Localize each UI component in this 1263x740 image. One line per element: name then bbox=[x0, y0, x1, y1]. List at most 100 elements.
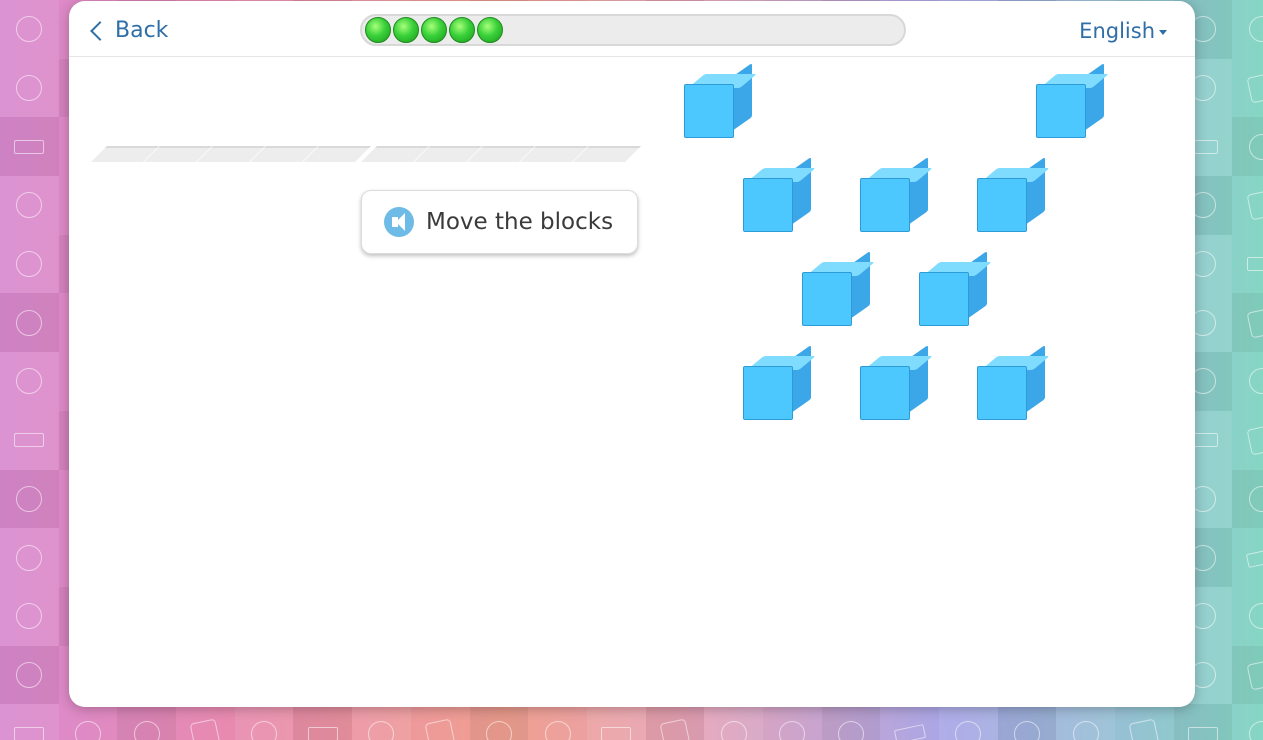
draggable-block[interactable] bbox=[743, 156, 816, 232]
background-doodle-icon bbox=[133, 720, 160, 740]
background-doodle-icon bbox=[1248, 16, 1263, 43]
background-doodle-icon bbox=[1245, 547, 1263, 568]
progress-bar bbox=[360, 14, 906, 46]
game-panel: Back English Move the blocks bbox=[69, 1, 1195, 707]
background-tile bbox=[0, 352, 59, 411]
background-tile bbox=[0, 469, 59, 529]
background-tile bbox=[704, 704, 763, 740]
background-doodle-icon bbox=[1248, 603, 1263, 630]
background-tile bbox=[1232, 704, 1263, 740]
speaker-icon[interactable] bbox=[384, 207, 414, 237]
language-dropdown[interactable]: English bbox=[1079, 19, 1167, 43]
background-tile bbox=[0, 410, 59, 470]
background-doodle-icon bbox=[1248, 720, 1263, 740]
background-doodle-icon bbox=[601, 726, 632, 740]
background-doodle-icon bbox=[720, 720, 747, 740]
background-tile bbox=[1232, 235, 1263, 294]
background-tile bbox=[1232, 352, 1263, 411]
caret-down-icon bbox=[1159, 29, 1167, 35]
background-doodle-icon bbox=[189, 718, 221, 740]
background-tile bbox=[586, 704, 646, 740]
background-tile bbox=[0, 176, 59, 235]
background-doodle-icon bbox=[1248, 485, 1263, 512]
background-doodle-icon bbox=[955, 720, 982, 740]
top-bar: Back English bbox=[69, 1, 1195, 57]
draggable-block[interactable] bbox=[860, 156, 933, 232]
progress-dot bbox=[365, 17, 391, 43]
background-tile bbox=[821, 704, 881, 740]
background-doodle-icon bbox=[485, 720, 512, 740]
background-doodle-icon bbox=[1188, 726, 1219, 740]
background-tile bbox=[1232, 469, 1263, 529]
background-tile bbox=[763, 704, 822, 740]
background-doodle-icon bbox=[1246, 659, 1263, 691]
progress-dot bbox=[393, 17, 419, 43]
background-tile bbox=[0, 117, 59, 177]
progress-dot bbox=[449, 17, 475, 43]
background-tile bbox=[0, 528, 59, 587]
background-tile bbox=[411, 704, 470, 740]
background-tile bbox=[1232, 0, 1263, 59]
language-label: English bbox=[1079, 19, 1155, 43]
background-tile bbox=[1115, 704, 1174, 740]
background-doodle-icon bbox=[1014, 720, 1041, 740]
background-doodle-icon bbox=[1128, 718, 1160, 740]
background-doodle-icon bbox=[1246, 307, 1263, 339]
background-tile bbox=[0, 586, 59, 646]
background-tile bbox=[1232, 293, 1263, 353]
background-doodle-icon bbox=[1072, 720, 1099, 740]
background-doodle-icon bbox=[1246, 72, 1263, 104]
background-doodle-icon bbox=[75, 720, 102, 740]
draggable-block[interactable] bbox=[977, 156, 1050, 232]
answer-slots bbox=[91, 146, 641, 162]
instruction-card[interactable]: Move the blocks bbox=[361, 190, 638, 254]
draggable-block[interactable] bbox=[977, 344, 1050, 420]
background-tile bbox=[0, 0, 59, 59]
progress-dot bbox=[477, 17, 503, 43]
background-tile bbox=[0, 293, 59, 353]
background-doodle-icon bbox=[1248, 368, 1263, 395]
background-doodle-icon bbox=[779, 720, 806, 740]
background-tile bbox=[1232, 587, 1263, 646]
draggable-block[interactable] bbox=[802, 250, 875, 326]
draggable-block[interactable] bbox=[684, 62, 757, 138]
background-tile bbox=[234, 704, 294, 740]
background-tile bbox=[1232, 176, 1263, 235]
background-doodle-icon bbox=[16, 192, 43, 219]
progress-dot bbox=[421, 17, 447, 43]
background-tile bbox=[0, 645, 59, 705]
background-tile bbox=[1232, 117, 1263, 177]
background-tile bbox=[59, 704, 118, 740]
instruction-text: Move the blocks bbox=[426, 209, 614, 235]
background-doodle-icon bbox=[893, 723, 926, 740]
back-button[interactable]: Back bbox=[89, 14, 168, 46]
background-tile bbox=[997, 704, 1057, 740]
background-tile bbox=[939, 704, 998, 740]
background-tile bbox=[352, 704, 411, 740]
draggable-block[interactable] bbox=[919, 250, 992, 326]
background-tile bbox=[469, 704, 529, 740]
background-tile bbox=[176, 704, 235, 740]
background-tile bbox=[645, 704, 705, 740]
background-doodle-icon bbox=[659, 718, 691, 740]
background-tile bbox=[1173, 704, 1233, 740]
background-doodle-icon bbox=[307, 726, 338, 740]
background-doodle-icon bbox=[16, 309, 43, 336]
chevron-left-icon bbox=[90, 20, 110, 41]
draggable-block[interactable] bbox=[860, 344, 933, 420]
background-doodle-icon bbox=[1246, 257, 1263, 272]
background-doodle-icon bbox=[837, 720, 864, 740]
background-doodle-icon bbox=[368, 720, 395, 740]
background-doodle-icon bbox=[14, 139, 45, 154]
background-tile bbox=[1232, 645, 1263, 705]
draggable-block[interactable] bbox=[1036, 62, 1109, 138]
background-doodle-icon bbox=[16, 603, 43, 630]
background-tile bbox=[880, 704, 939, 740]
background-doodle-icon bbox=[16, 368, 43, 395]
background-tile bbox=[528, 704, 587, 740]
background-doodle-icon bbox=[251, 720, 278, 740]
background-doodle-icon bbox=[424, 718, 456, 740]
background-tile bbox=[0, 704, 59, 740]
draggable-block[interactable] bbox=[743, 344, 816, 420]
background-tile bbox=[117, 704, 177, 740]
